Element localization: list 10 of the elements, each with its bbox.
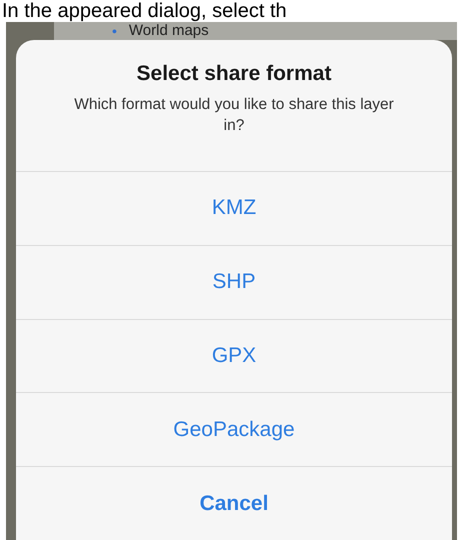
dialog-action-button[interactable]: KMZ: [16, 172, 452, 246]
dialog-action-button[interactable]: GPX: [16, 320, 452, 394]
caption-text: In the appeared dialog, select th: [1, 0, 288, 22]
dialog-action-button[interactable]: Cancel: [16, 467, 452, 540]
bullet-mark: •: [112, 24, 117, 38]
list-item-text: World maps: [128, 23, 209, 39]
dialog-action-button[interactable]: SHP: [16, 246, 452, 320]
dialog-title: Select share format: [136, 62, 332, 86]
dialog-action-button[interactable]: GeoPackage: [16, 393, 452, 468]
dialog-message: Which format would you like to share this layer in?: [73, 95, 395, 136]
